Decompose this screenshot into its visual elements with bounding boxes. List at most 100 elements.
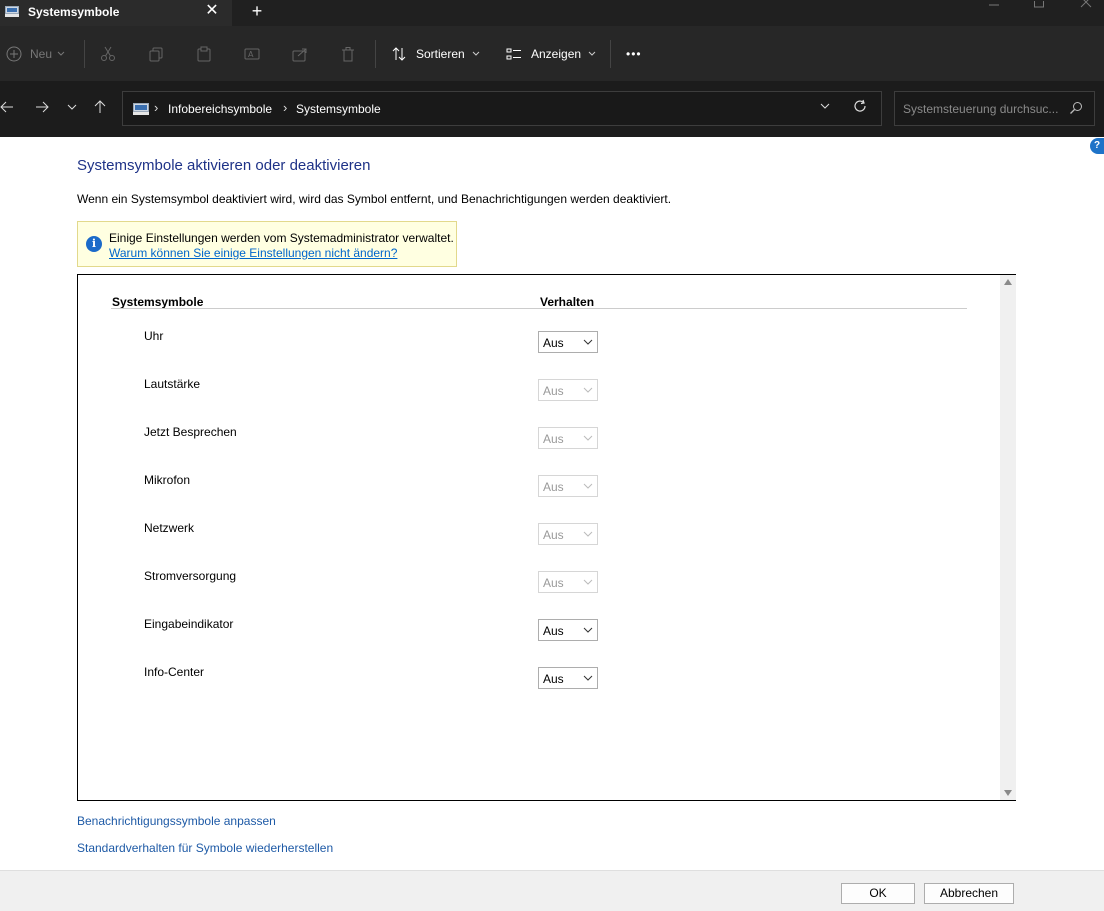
row-label-jetzt-besprechen: Jetzt Besprechen bbox=[144, 425, 237, 439]
rename-icon: A bbox=[244, 48, 260, 60]
paste-icon bbox=[197, 46, 211, 62]
search-icon[interactable] bbox=[1069, 101, 1083, 115]
copy-button[interactable] bbox=[148, 43, 164, 65]
dialog-footer: OK Abbrechen bbox=[0, 870, 1104, 911]
chevron-down-icon bbox=[583, 339, 593, 345]
paste-button[interactable] bbox=[196, 43, 212, 65]
chevron-down-icon bbox=[583, 483, 593, 489]
select-value: Aus bbox=[543, 528, 564, 542]
title-bar: Systemsymbole ✕ + bbox=[0, 0, 1104, 26]
chevron-down-icon bbox=[583, 387, 593, 393]
window-tab[interactable]: Systemsymbole ✕ bbox=[0, 0, 232, 26]
share-icon bbox=[292, 48, 307, 62]
view-icon bbox=[506, 48, 521, 60]
header-divider bbox=[111, 308, 967, 309]
refresh-icon[interactable] bbox=[853, 99, 867, 117]
ok-button[interactable]: OK bbox=[841, 883, 915, 904]
close-tab-icon[interactable]: ✕ bbox=[204, 2, 220, 22]
select-value: Aus bbox=[543, 384, 564, 398]
forward-icon[interactable] bbox=[32, 99, 52, 119]
up-icon[interactable] bbox=[90, 99, 110, 119]
svg-text:A: A bbox=[248, 50, 254, 59]
system-icons-list: Systemsymbole Verhalten Uhr Aus Lautstär… bbox=[77, 274, 1016, 801]
address-row: › Infobereichsymbole › Systemsymbole bbox=[0, 81, 1104, 137]
scroll-up-icon[interactable] bbox=[1004, 279, 1012, 285]
row-label-stromversorgung: Stromversorgung bbox=[144, 569, 237, 583]
breadcrumb-systemsymbole[interactable]: Systemsymbole bbox=[296, 102, 381, 116]
chevron-down-icon bbox=[583, 435, 593, 441]
chevron-down-icon bbox=[583, 627, 593, 633]
search-input[interactable] bbox=[903, 102, 1063, 116]
chevron-down-icon bbox=[472, 51, 480, 56]
view-label: Anzeigen bbox=[531, 47, 582, 61]
minimize-icon[interactable] bbox=[980, 0, 1008, 14]
toolbar-divider bbox=[375, 40, 376, 68]
row-label-lautstaerke: Lautstärke bbox=[144, 377, 201, 391]
behavior-select-jetzt-besprechen: Aus bbox=[538, 427, 598, 449]
behavior-select-uhr[interactable]: Aus bbox=[538, 331, 598, 353]
admin-info-box: i Einige Einstellungen werden vom System… bbox=[77, 221, 457, 267]
row-label-info-center: Info-Center bbox=[144, 665, 205, 679]
why-settings-locked-link[interactable]: Warum können Sie einige Einstellungen ni… bbox=[109, 246, 397, 260]
page-description: Wenn ein Systemsymbol deaktiviert wird, … bbox=[77, 192, 672, 206]
back-icon[interactable] bbox=[0, 99, 17, 119]
behavior-select-info-center[interactable]: Aus bbox=[538, 667, 598, 689]
info-text: Einige Einstellungen werden vom Systemad… bbox=[109, 231, 454, 245]
select-value: Aus bbox=[543, 480, 564, 494]
column-header-symbols: Systemsymbole bbox=[112, 295, 204, 309]
row-label-eingabeindikator: Eingabeindikator bbox=[144, 617, 234, 631]
chevron-right-icon: › bbox=[283, 100, 288, 115]
sort-icon bbox=[392, 47, 406, 61]
select-value: Aus bbox=[543, 336, 564, 350]
behavior-select-eingabeindikator[interactable]: Aus bbox=[538, 619, 598, 641]
copy-icon bbox=[149, 47, 163, 62]
toolbar-divider bbox=[610, 40, 611, 68]
new-tab-icon[interactable]: + bbox=[249, 1, 265, 23]
info-icon: i bbox=[86, 236, 102, 252]
row-label-netzwerk: Netzwerk bbox=[144, 521, 195, 535]
vertical-scrollbar[interactable] bbox=[1000, 275, 1016, 800]
scroll-down-icon[interactable] bbox=[1004, 790, 1012, 796]
cut-icon bbox=[101, 46, 115, 61]
new-button[interactable]: Neu bbox=[6, 43, 65, 65]
trash-icon bbox=[342, 47, 354, 62]
breadcrumb-infobereichsymbole[interactable]: Infobereichsymbole bbox=[168, 102, 272, 116]
control-panel-icon bbox=[5, 6, 19, 17]
share-button[interactable] bbox=[292, 43, 308, 65]
address-history-dropdown[interactable] bbox=[819, 100, 831, 115]
recent-locations-icon[interactable] bbox=[62, 99, 82, 119]
chevron-down-icon bbox=[583, 675, 593, 681]
select-value: Aus bbox=[543, 672, 564, 686]
chevron-down-icon bbox=[583, 579, 593, 585]
select-value: Aus bbox=[543, 624, 564, 638]
column-header-behavior: Verhalten bbox=[540, 295, 595, 309]
address-bar[interactable]: › Infobereichsymbole › Systemsymbole bbox=[122, 91, 882, 126]
page-title: Systemsymbole aktivieren oder deaktivier… bbox=[77, 157, 371, 174]
command-bar: Neu A Sortieren Anzeigen ••• bbox=[0, 26, 1104, 81]
chevron-down-icon bbox=[57, 51, 65, 56]
close-window-icon[interactable] bbox=[1072, 0, 1100, 14]
select-value: Aus bbox=[543, 432, 564, 446]
sort-button[interactable]: Sortieren bbox=[391, 43, 480, 65]
maximize-icon[interactable] bbox=[1025, 0, 1053, 14]
chevron-right-icon: › bbox=[154, 100, 159, 115]
restore-default-behavior-link[interactable]: Standardverhalten für Symbole wiederhers… bbox=[77, 841, 333, 855]
view-button[interactable]: Anzeigen bbox=[506, 43, 596, 65]
more-options-icon[interactable]: ••• bbox=[626, 43, 642, 65]
toolbar-divider bbox=[84, 40, 85, 68]
customize-notification-icons-link[interactable]: Benachrichtigungssymbole anpassen bbox=[77, 814, 276, 828]
search-box bbox=[894, 91, 1095, 126]
row-label-mikrofon: Mikrofon bbox=[144, 473, 191, 487]
behavior-select-mikrofon: Aus bbox=[538, 475, 598, 497]
behavior-select-netzwerk: Aus bbox=[538, 523, 598, 545]
cancel-button[interactable]: Abbrechen bbox=[924, 883, 1014, 904]
delete-button[interactable] bbox=[340, 43, 356, 65]
help-icon[interactable]: ? bbox=[1090, 138, 1104, 154]
tab-title: Systemsymbole bbox=[28, 5, 120, 19]
sort-label: Sortieren bbox=[416, 47, 465, 61]
new-label: Neu bbox=[30, 47, 53, 61]
add-icon bbox=[6, 46, 22, 62]
cut-button[interactable] bbox=[100, 43, 116, 65]
rename-button[interactable]: A bbox=[244, 43, 260, 65]
behavior-select-lautstaerke: Aus bbox=[538, 379, 598, 401]
